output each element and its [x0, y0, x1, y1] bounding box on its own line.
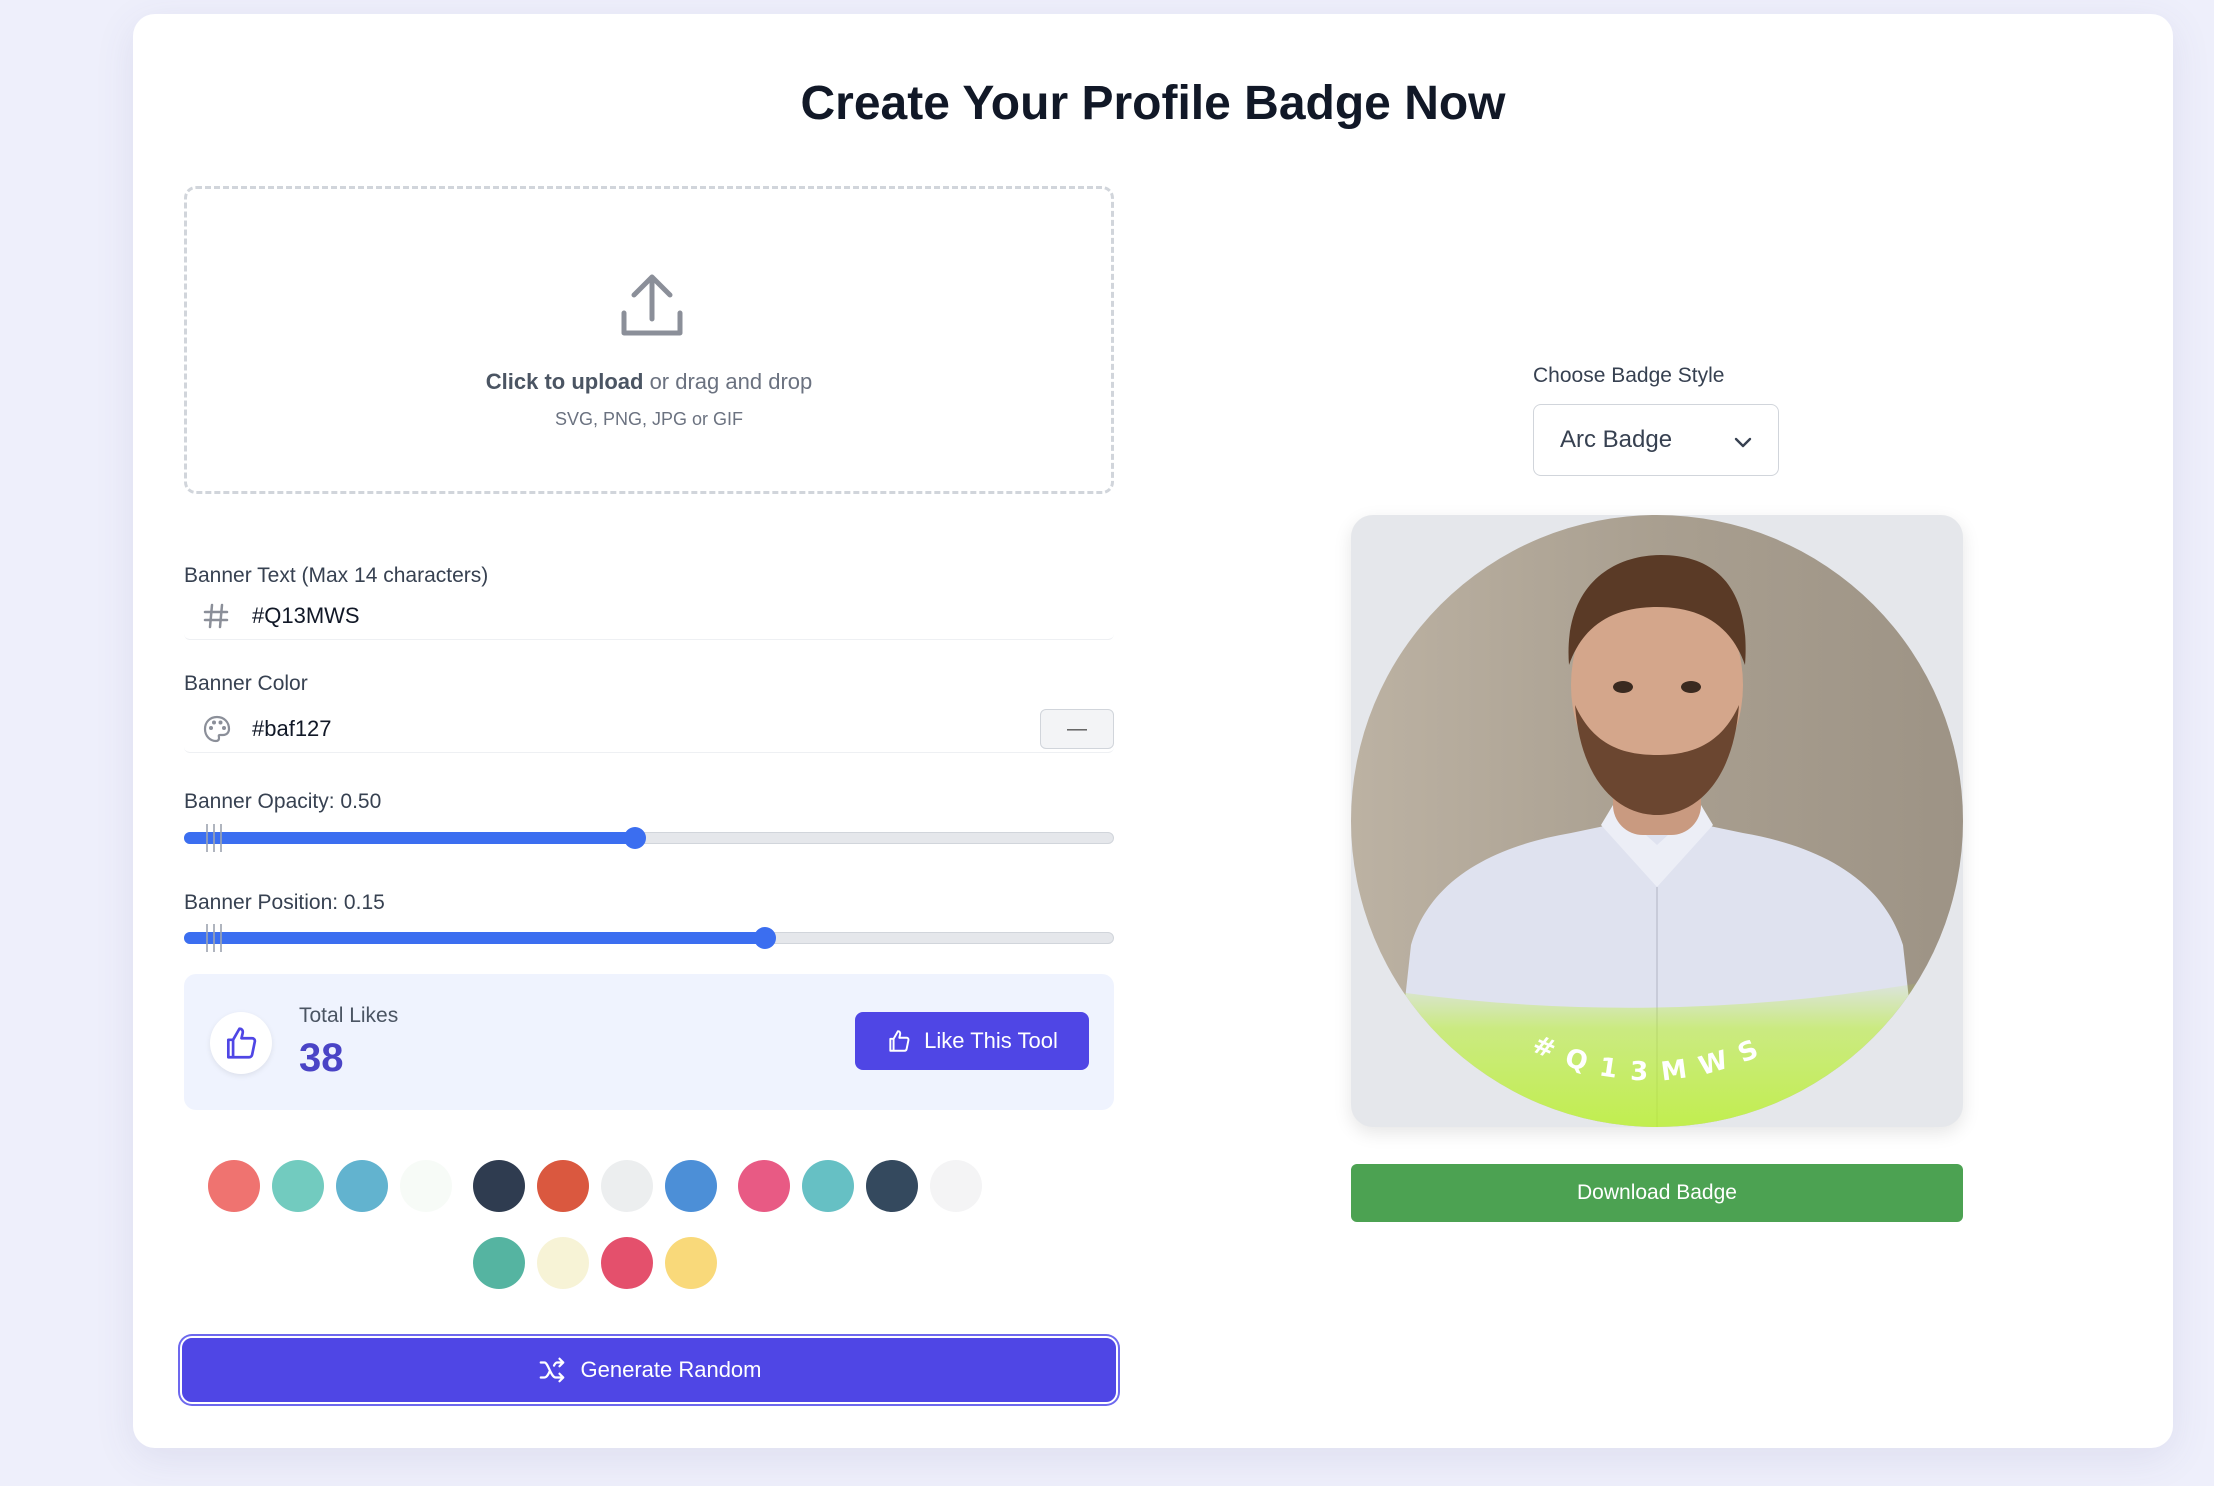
generate-random-label: Generate Random [580, 1357, 762, 1382]
color-swatch[interactable] [537, 1160, 589, 1212]
click-to-upload-link[interactable]: Click to upload [486, 369, 644, 394]
color-swatch[interactable] [665, 1237, 717, 1289]
banner-text-value: #Q13MWS [252, 602, 360, 628]
slider-grip-marks [206, 924, 230, 952]
color-swatch[interactable] [537, 1237, 589, 1289]
badge-style-value: Arc Badge [1560, 426, 1673, 453]
slider-thumb[interactable] [624, 827, 647, 849]
banner-color-input[interactable]: #baf127 — [184, 705, 1114, 753]
upload-formats: SVG, PNG, JPG or GIF [554, 409, 744, 429]
color-swatch[interactable] [930, 1160, 982, 1212]
total-likes-count: 38 [299, 1036, 344, 1080]
slider-fill [184, 832, 636, 844]
banner-color-value: #baf127 [252, 715, 332, 741]
banner-text-label: Banner Text (Max 14 characters) [184, 564, 489, 587]
color-swatch[interactable] [400, 1160, 452, 1212]
slider-fill [184, 932, 766, 944]
banner-text-input[interactable]: #Q13MWS [184, 592, 1114, 640]
color-picker-button[interactable]: — [1040, 709, 1114, 749]
chevron-down-icon [1734, 437, 1752, 448]
upload-icon [621, 274, 683, 336]
slider-thumb[interactable] [754, 927, 777, 949]
upload-instructions: Click to upload or drag and drop [187, 369, 1111, 395]
color-swatch[interactable] [802, 1160, 854, 1212]
thumbs-up-icon [889, 1030, 910, 1052]
banner-opacity-slider[interactable] [184, 824, 1114, 852]
likes-panel: Total Likes 38 Like This Tool [184, 974, 1114, 1110]
color-swatch[interactable] [336, 1160, 388, 1212]
generate-random-button[interactable]: Generate Random [182, 1338, 1116, 1402]
badge-style-select[interactable]: Arc Badge [1533, 404, 1779, 476]
banner-position-slider[interactable] [184, 924, 1114, 952]
like-tool-label: Like This Tool [924, 1028, 1058, 1053]
download-badge-button[interactable]: Download Badge [1351, 1164, 1963, 1222]
palette-icon [202, 714, 242, 744]
color-swatch[interactable] [665, 1160, 717, 1212]
hash-icon [202, 602, 242, 630]
color-swatch[interactable] [272, 1160, 324, 1212]
color-swatch[interactable] [601, 1237, 653, 1289]
color-swatch[interactable] [473, 1160, 525, 1212]
shuffle-icon [539, 1357, 564, 1383]
like-tool-button[interactable]: Like This Tool [855, 1012, 1089, 1070]
page-title: Create Your Profile Badge Now [800, 77, 1506, 130]
badge-portrait-image: #Q13MWS [1351, 515, 1963, 1127]
total-likes-label: Total Likes [299, 1004, 399, 1027]
upload-dropzone[interactable]: Click to upload or drag and drop SVG, PN… [184, 186, 1114, 494]
badge-style-label: Choose Badge Style [1533, 364, 1725, 387]
color-swatch[interactable] [866, 1160, 918, 1212]
color-swatch[interactable] [208, 1160, 260, 1212]
color-swatch[interactable] [601, 1160, 653, 1212]
badge-preview: #Q13MWS [1351, 515, 1963, 1127]
upload-instructions-rest: or drag and drop [643, 369, 813, 394]
banner-opacity-label: Banner Opacity: 0.50 [184, 790, 382, 813]
thumbs-up-icon [210, 1012, 272, 1074]
color-swatch[interactable] [738, 1160, 790, 1212]
banner-position-label: Banner Position: 0.15 [184, 891, 385, 914]
banner-color-label: Banner Color [184, 672, 308, 695]
badge-creator-card: Create Your Profile Badge Now Click to u… [133, 14, 2173, 1448]
color-swatch[interactable] [473, 1237, 525, 1289]
slider-grip-marks [206, 824, 230, 852]
